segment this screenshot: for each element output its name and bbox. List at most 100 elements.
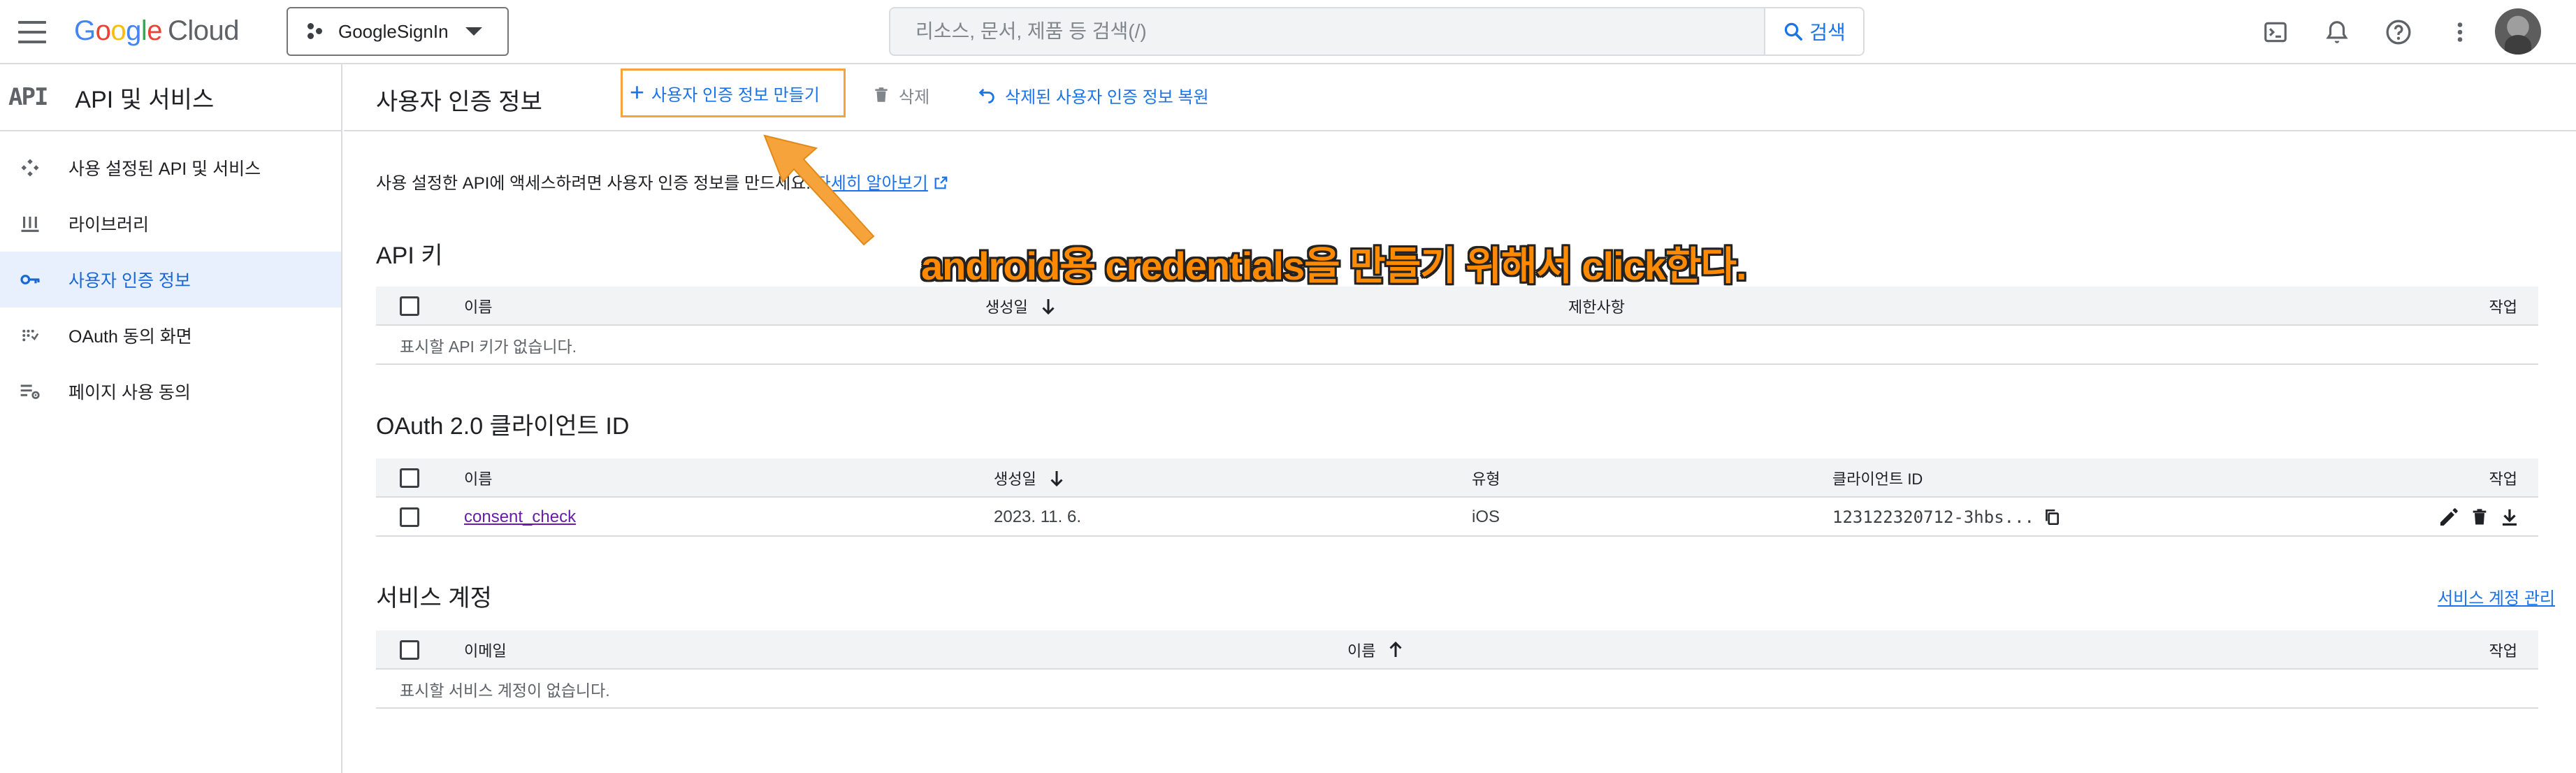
column-name[interactable]: 이름 <box>1347 630 1406 670</box>
row-checkbox[interactable] <box>400 498 419 537</box>
empty-message: 표시할 서비스 계정이 없습니다. <box>400 681 610 700</box>
intro-message: 사용 설정한 API에 액세스하려면 사용자 인증 정보를 만드세요. <box>376 174 811 193</box>
client-name-link[interactable]: consent_check <box>464 507 576 527</box>
logo-letter: G <box>74 15 96 46</box>
manage-service-accounts-link[interactable]: 서비스 계정 관리 <box>2438 584 2555 609</box>
created-date: 2023. 11. 6. <box>994 507 1081 526</box>
column-name[interactable]: 이름 <box>464 458 492 498</box>
external-link-icon <box>934 176 947 189</box>
table-header: 이름 생성일 제한사항 작업 <box>376 287 2538 326</box>
empty-row: 표시할 서비스 계정이 없습니다. <box>376 670 2538 709</box>
top-bar: GoogleCloud GoogleSignIn 검색 <box>0 0 2576 64</box>
trash-icon <box>875 87 888 102</box>
sidebar-item-oauth-consent[interactable]: OAuth 동의 화면 <box>0 308 341 363</box>
select-all-checkbox[interactable] <box>400 630 419 670</box>
client-id-cell: 123122320712-3hbs... <box>1832 498 2061 537</box>
help-icon[interactable] <box>2385 18 2412 46</box>
sidebar-item-library[interactable]: 라이브러리 <box>0 196 341 252</box>
logo-letter: e <box>147 15 163 46</box>
annotation-arrow-icon <box>763 134 875 246</box>
edit-icon[interactable] <box>2438 506 2460 528</box>
column-type[interactable]: 유형 <box>1472 458 1500 498</box>
search-input[interactable] <box>889 7 1764 56</box>
logo-letter: g <box>126 15 141 46</box>
chevron-down-icon <box>465 27 482 36</box>
client-type: iOS <box>1472 507 1500 526</box>
annotation-text: android용 credentials을 만들기 위해서 click한다. <box>921 244 1747 288</box>
oauth-title: OAuth 2.0 클라이언트 ID <box>376 413 630 440</box>
restore-deleted-button[interactable]: 삭제된 사용자 인증 정보 복원 <box>976 81 1209 109</box>
sidebar-item-label: 사용자 인증 정보 <box>68 271 191 291</box>
copy-icon[interactable] <box>2043 507 2061 527</box>
library-icon <box>18 212 42 236</box>
avatar[interactable] <box>2495 8 2541 55</box>
logo-letter: l <box>140 15 147 46</box>
empty-row: 표시할 API 키가 없습니다. <box>376 326 2538 365</box>
column-actions: 작업 <box>2489 470 2517 488</box>
restore-label: 삭제된 사용자 인증 정보 복원 <box>1005 87 1209 107</box>
api-keys-title: API 키 <box>376 243 443 269</box>
sidebar-item-label: 페이지 사용 동의 <box>68 383 191 403</box>
logo-letter: o <box>110 15 126 46</box>
service-accounts-title: 서비스 계정 <box>376 585 492 612</box>
column-client-id[interactable]: 클라이언트 ID <box>1832 458 1923 498</box>
plus-icon: + <box>630 78 645 106</box>
sidebar-item-enabled-apis[interactable]: 사용 설정된 API 및 서비스 <box>0 140 341 196</box>
page-title: 사용자 인증 정보 <box>376 89 542 115</box>
select-all-checkbox[interactable] <box>400 287 419 326</box>
search-button-label: 검색 <box>1809 22 1846 43</box>
column-name[interactable]: 이름 <box>464 287 492 326</box>
action-bar: 사용자 인증 정보 + 사용자 인증 정보 만들기 삭제 삭제된 사용자 인증 … <box>344 64 2576 131</box>
sidebar-item-label: 라이브러리 <box>68 215 150 235</box>
arrow-down-icon <box>1042 299 1055 315</box>
column-actions: 작업 <box>2489 642 2517 660</box>
key-icon <box>18 268 42 291</box>
column-created-label: 생성일 <box>985 298 1028 316</box>
delete-button[interactable]: 삭제 <box>872 81 929 109</box>
download-icon[interactable] <box>2499 506 2520 528</box>
api-keys-table: 이름 생성일 제한사항 작업 표시할 API 키가 없습니다. <box>376 287 2538 365</box>
table-header: 이름 생성일 유형 클라이언트 ID 작업 <box>376 458 2538 498</box>
column-created[interactable]: 생성일 <box>985 287 1059 326</box>
trash-icon[interactable] <box>2470 506 2489 528</box>
checkbox[interactable] <box>400 640 419 660</box>
column-restrictions: 제한사항 <box>1568 298 1625 316</box>
checkbox[interactable] <box>400 468 419 488</box>
main-content: 사용자 인증 정보 + 사용자 인증 정보 만들기 삭제 삭제된 사용자 인증 … <box>344 64 2576 773</box>
column-email[interactable]: 이메일 <box>464 630 507 670</box>
checkbox[interactable] <box>400 507 419 527</box>
table-row: consent_check 2023. 11. 6. iOS 123122320… <box>376 498 2538 537</box>
arrow-down-icon <box>1050 471 1063 487</box>
bell-icon[interactable] <box>2323 18 2351 46</box>
sidebar-title: API 및 서비스 <box>75 86 215 113</box>
checkbox[interactable] <box>400 296 419 316</box>
sidebar-header: API API 및 서비스 <box>0 64 341 131</box>
more-vert-icon[interactable] <box>2446 18 2474 46</box>
api-logo-icon: API <box>8 83 48 111</box>
select-all-checkbox[interactable] <box>400 458 419 498</box>
project-name: GoogleSignIn <box>338 20 449 42</box>
enabled-apis-icon <box>18 156 42 180</box>
delete-label: 삭제 <box>899 87 930 107</box>
client-id: 123122320712-3hbs... <box>1832 507 2034 527</box>
oauth-clients-table: 이름 생성일 유형 클라이언트 ID 작업 consent_check 2023… <box>376 458 2538 537</box>
column-created[interactable]: 생성일 <box>994 458 1067 498</box>
google-cloud-logo[interactable]: Google Cloud <box>74 15 240 47</box>
sidebar-item-label: 사용 설정된 API 및 서비스 <box>68 159 261 179</box>
project-icon <box>307 23 324 40</box>
create-credentials-label: 사용자 인증 정보 만들기 <box>651 85 820 105</box>
sidebar-item-page-usage[interactable]: 페이지 사용 동의 <box>0 363 341 419</box>
oauth-consent-icon <box>18 324 42 347</box>
sidebar-item-credentials[interactable]: 사용자 인증 정보 <box>0 252 341 308</box>
search-button[interactable]: 검색 <box>1764 7 1865 56</box>
search-bar: 검색 <box>889 7 1865 56</box>
search-icon <box>1784 22 1803 41</box>
cloud-shell-icon[interactable] <box>2262 18 2289 46</box>
project-picker[interactable]: GoogleSignIn <box>287 7 509 56</box>
row-actions <box>2438 498 2520 537</box>
logo-suffix: Cloud <box>168 15 240 46</box>
column-created-label: 생성일 <box>994 470 1036 488</box>
sidebar: API API 및 서비스 사용 설정된 API 및 서비스 라이브러리 사용자… <box>0 64 342 773</box>
create-credentials-button[interactable]: + 사용자 인증 정보 만들기 <box>621 68 846 117</box>
hamburger-menu-icon[interactable] <box>18 21 46 43</box>
